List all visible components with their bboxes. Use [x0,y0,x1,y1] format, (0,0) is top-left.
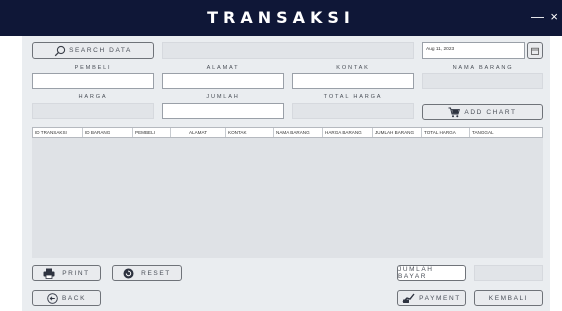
harga-field[interactable] [32,103,154,119]
print-button[interactable]: PRINT [32,265,101,281]
transaction-table[interactable] [32,127,543,258]
label-harga: HARGA [78,94,108,100]
col-harga-barang[interactable]: HARGA BARANG [323,128,373,137]
col-tanggal[interactable]: TANGGAL [470,128,522,137]
pembeli-field[interactable] [32,73,154,89]
jumlah-field[interactable] [162,103,284,119]
col-pembeli[interactable]: PEMBELI [133,128,171,137]
label-jumlah: JUMLAH [206,94,240,100]
label-nama-barang: NAMA BARANG [452,65,514,71]
calendar-button[interactable] [527,42,543,59]
col-kontak[interactable]: KONTAK [226,128,274,137]
col-id-transaksi[interactable]: ID TRANSAKSI [33,128,83,137]
date-field[interactable]: Aug 11, 2023 [422,42,525,59]
calendar-icon [531,47,539,55]
print-label: PRINT [62,269,90,277]
search-data-label: SEARCH DATA [69,47,132,54]
col-nama-barang[interactable]: NAMA BARANG [274,128,323,137]
payment-button[interactable]: PAYMENT [397,290,466,306]
payment-icon [402,293,415,303]
col-total-harga[interactable]: TOTAL HARGA [422,128,470,137]
jumlah-bayar-label: JUMLAH BAYAR [398,266,434,280]
back-arrow-icon [47,292,58,304]
col-alamat[interactable]: ALAMAT [171,128,226,137]
close-button[interactable]: × [550,9,558,25]
search-input[interactable] [162,42,414,59]
col-id-barang[interactable]: ID BARANG [83,128,133,137]
search-data-button[interactable]: SEARCH DATA [32,42,154,59]
add-chart-label: ADD CHART [464,108,517,116]
reset-icon [123,268,134,278]
search-icon [54,45,66,56]
payment-label: PAYMENT [419,294,461,302]
label-pembeli: PEMBELI [74,65,112,71]
table-header: ID TRANSAKSI ID BARANG PEMBELI ALAMAT KO… [32,127,543,138]
total-harga-field[interactable] [292,103,414,119]
nama-barang-field[interactable] [422,73,543,89]
date-value: Aug 11, 2023 [426,47,455,52]
label-total-harga: TOTAL HARGA [323,94,383,100]
add-chart-button[interactable]: ADD CHART [422,104,543,120]
window-title: TRANSAKSI [207,8,355,27]
reset-button[interactable]: RESET [112,265,182,281]
minimize-button[interactable]: — [531,9,544,25]
cart-icon [448,107,461,117]
back-button[interactable]: BACK [32,290,101,306]
printer-icon [43,268,55,279]
label-alamat: ALAMAT [206,65,240,71]
reset-label: RESET [141,269,171,277]
jumlah-bayar-field[interactable] [474,265,543,281]
col-jumlah-barang[interactable]: JUMLAH BARANG [373,128,422,137]
kembali-label: KEMBALI [488,294,529,302]
kontak-field[interactable] [292,73,414,89]
jumlah-bayar-button[interactable]: JUMLAH BAYAR [397,265,466,281]
back-label: BACK [61,294,87,302]
kembali-button[interactable]: KEMBALI [474,290,543,306]
label-kontak: KONTAK [336,65,370,71]
alamat-field[interactable] [162,73,284,89]
